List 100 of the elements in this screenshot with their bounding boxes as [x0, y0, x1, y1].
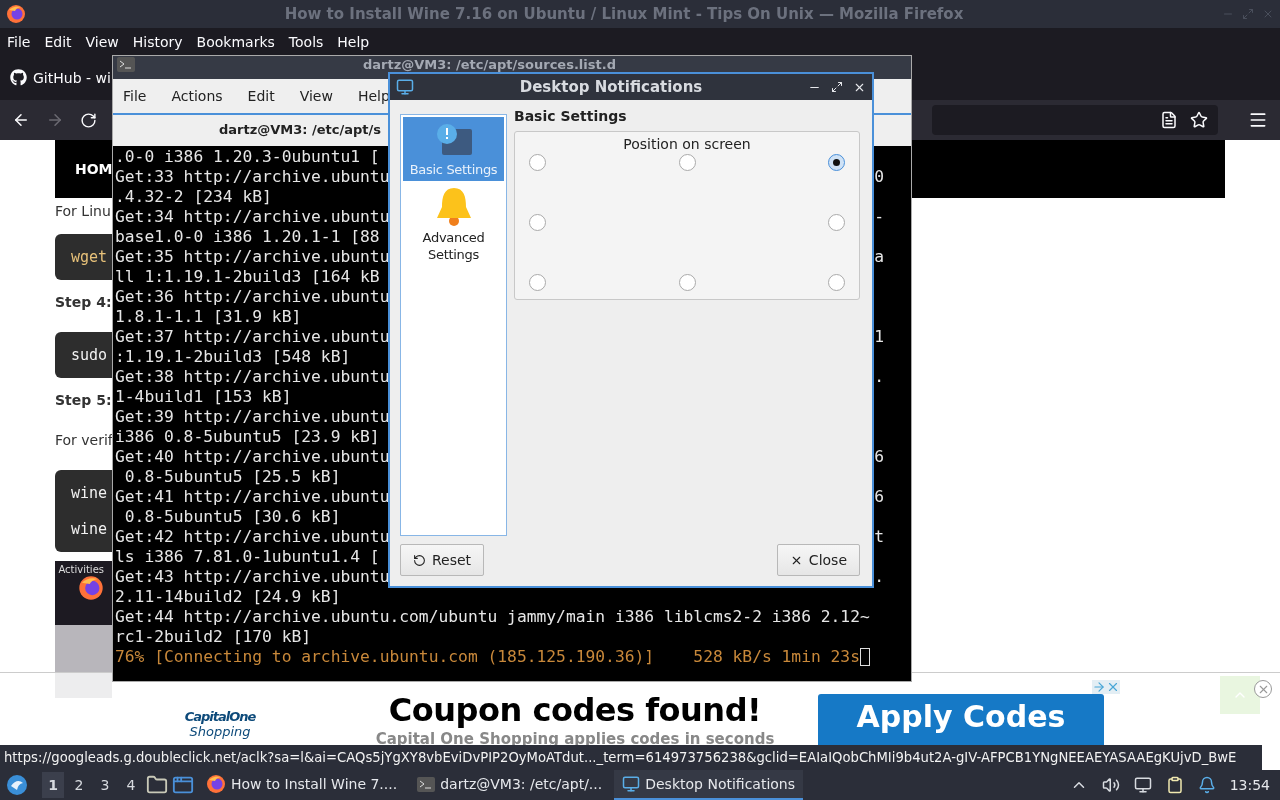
- window-icon: [396, 78, 414, 96]
- firefox-icon: [78, 575, 104, 601]
- terminal-line: a: [874, 247, 884, 267]
- terminal-line: -: [874, 207, 884, 227]
- code-line: wget: [71, 248, 109, 266]
- file-manager-icon[interactable]: [146, 774, 168, 796]
- terminal-line: .: [874, 367, 884, 387]
- menu-item[interactable]: Help: [337, 33, 370, 50]
- logo-subtext: Shopping: [189, 724, 251, 739]
- radio-button[interactable]: [529, 154, 546, 171]
- terminal-line: Get:38 http://archive.ubuntu: [115, 367, 390, 387]
- firefox-icon: [6, 4, 26, 24]
- group-title: Position on screen: [623, 136, 751, 152]
- radio-button[interactable]: [529, 274, 546, 291]
- terminal-line: 6: [874, 487, 884, 507]
- terminal-line: 6: [874, 447, 884, 467]
- menu-item[interactable]: File: [123, 88, 147, 104]
- workspace-button[interactable]: 3: [94, 772, 116, 798]
- menu-item[interactable]: History: [132, 33, 183, 50]
- terminal-line: base1.0-0 i386 1.20.1-1 [88: [115, 227, 380, 247]
- terminal-line: Get:44 http://archive.ubuntu.com/ubuntu jammy/main i386 liblcms2-2 i386 2.12~: [115, 607, 870, 627]
- url-field[interactable]: [932, 105, 1218, 135]
- maximize-icon[interactable]: [831, 80, 843, 93]
- terminal-line: Get:34 http://archive.ubuntu: [115, 207, 390, 227]
- taskbar-item[interactable]: dartz@VM3: /etc/apt/...: [409, 770, 611, 800]
- menu-item[interactable]: Tools: [288, 33, 324, 50]
- browser-tab[interactable]: GitHub - wi: [10, 69, 111, 86]
- window-title: dartz@VM3: /etc/apt/sources.list.d: [363, 57, 616, 72]
- undo-icon: [413, 553, 426, 567]
- menu-icon[interactable]: [1248, 110, 1268, 130]
- radio-button[interactable]: [678, 154, 696, 171]
- terminal-line: 2.11-14build2 [24.9 kB]: [115, 587, 341, 607]
- terminal-line: Get:43 http://archive.ubuntu: [115, 567, 390, 587]
- firefox-icon: [206, 774, 226, 794]
- reader-view-icon: [1160, 111, 1178, 129]
- radio-button[interactable]: [828, 274, 845, 291]
- dialog-title: Desktop Notifications: [518, 78, 704, 96]
- terminal-line: Get:39 http://archive.ubuntu: [115, 407, 390, 427]
- workspace-button[interactable]: 2: [68, 772, 90, 798]
- menu-item[interactable]: Bookmarks: [196, 33, 275, 50]
- menu-item[interactable]: File: [7, 33, 31, 50]
- terminal-line: t: [874, 527, 884, 547]
- progress-line: 76% [Connecting to archive.ubuntu.com (185.125.190.36)] 528 kB/s 1min 23s: [115, 647, 860, 667]
- terminal-tab[interactable]: dartz@VM3: /etc/apt/s: [219, 121, 382, 137]
- terminal-line: .: [874, 567, 884, 587]
- radio-button[interactable]: [529, 214, 546, 231]
- terminal-line: 1: [874, 327, 884, 347]
- window-icon: [622, 775, 641, 793]
- github-icon: [10, 69, 27, 86]
- terminal-line: .4.32-2 [234 kB]: [115, 187, 272, 207]
- terminal-line: 0.8-5ubuntu5 [25.5 kB]: [123, 467, 341, 487]
- terminal-line: 1.8.1-1.1 [31.9 kB]: [115, 307, 302, 327]
- terminal-icon: [117, 57, 135, 72]
- nav-link[interactable]: HOM: [75, 161, 113, 177]
- ad-headline: Coupon codes found!: [388, 691, 762, 729]
- notification-icon[interactable]: [1197, 776, 1216, 794]
- terminal-line: rc1-2build2 [170 kB]: [115, 627, 312, 647]
- terminal-line: 1-4build1 [153 kB]: [115, 387, 292, 407]
- radio-button[interactable]: [828, 154, 845, 171]
- apply-codes-button[interactable]: Apply Codes: [818, 694, 1104, 746]
- reset-button[interactable]: Reset: [400, 544, 485, 576]
- terminal-line: Get:42 http://archive.ubuntu: [115, 527, 390, 547]
- radio-button[interactable]: [678, 274, 696, 291]
- category-item[interactable]: Advanced Settings: [403, 181, 504, 266]
- menu-item[interactable]: View: [85, 33, 119, 50]
- workspace-button[interactable]: 1: [42, 772, 64, 798]
- workspace-button[interactable]: 4: [120, 772, 142, 798]
- clipboard-icon[interactable]: [1165, 776, 1184, 794]
- terminal-line: :1.19.1-2build3 [548 kB]: [115, 347, 351, 367]
- star-icon: [1190, 111, 1208, 129]
- clock: 13:54: [1229, 777, 1270, 793]
- menu-item[interactable]: Actions: [171, 88, 223, 104]
- cursor: [859, 648, 870, 666]
- logo-text: CapitalOne: [184, 709, 256, 724]
- menu-item[interactable]: Edit: [44, 33, 72, 50]
- step-heading: Step 4:: [55, 294, 112, 310]
- taskbar-item[interactable]: Desktop Notifications: [614, 770, 804, 800]
- radio-button[interactable]: [828, 214, 845, 231]
- window-title: How to Install Wine 7.16 on Ubuntu / Linux Mint - Tips On Unix — Mozilla Firefox: [283, 5, 965, 23]
- reload-button[interactable]: [80, 111, 97, 129]
- window-icon[interactable]: [172, 774, 194, 796]
- menu-item[interactable]: Edit: [247, 88, 275, 104]
- terminal-line: Get:35 http://archive.ubuntu: [115, 247, 390, 267]
- terminal-line: .0-0 i386 1.20.3-0ubuntu1 [: [115, 147, 380, 167]
- terminal-line: Get:37 http://archive.ubuntu: [115, 327, 390, 347]
- terminal-line: Get:33 http://archive.ubuntu: [115, 167, 390, 187]
- section-heading: Basic Settings: [514, 108, 628, 124]
- taskbar-item[interactable]: How to Install Wine 7....: [198, 770, 406, 800]
- terminal-line: Get:41 http://archive.ubuntu: [115, 487, 390, 507]
- code-line: wine: [71, 520, 109, 538]
- terminal-line: 0: [874, 167, 884, 187]
- volume-icon[interactable]: [1101, 776, 1120, 794]
- start-menu-icon[interactable]: [6, 774, 28, 796]
- menu-item[interactable]: Help: [357, 88, 390, 104]
- close-button[interactable]: Close: [776, 544, 860, 576]
- terminal-line: ls i386 7.81.0-1ubuntu1.4 [: [115, 547, 380, 567]
- thumbnail-label: Activities: [58, 564, 104, 575]
- back-button[interactable]: [12, 111, 30, 129]
- menu-item[interactable]: View: [299, 88, 333, 104]
- terminal-icon: [417, 776, 436, 792]
